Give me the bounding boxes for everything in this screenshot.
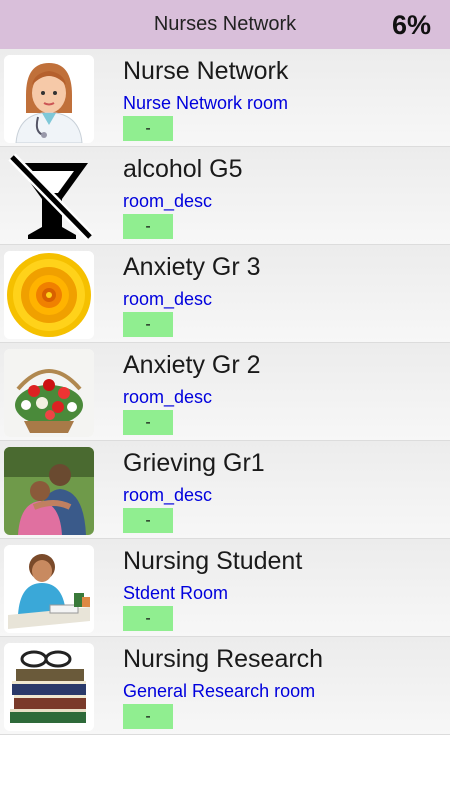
- progress-percent: 6%: [391, 10, 431, 40]
- room-badge: -: [123, 508, 173, 533]
- sunflower-icon: [4, 251, 94, 339]
- room-badge: -: [123, 410, 173, 435]
- student-photo-icon: [4, 545, 94, 633]
- room-description: room_desc: [123, 485, 213, 505]
- room-item[interactable]: Nurse Network Nurse Network room -: [0, 49, 450, 147]
- room-title: Nursing Research: [123, 645, 324, 673]
- room-title: Nurse Network: [123, 57, 289, 85]
- room-description: General Research room: [123, 681, 316, 701]
- app-header: Nurses Network 6%: [0, 0, 450, 49]
- books-icon: [4, 643, 94, 731]
- room-description: room_desc: [123, 289, 213, 309]
- room-description: Stdent Room: [123, 583, 229, 603]
- room-badge: -: [123, 214, 173, 239]
- app-title: Nurses Network: [153, 13, 297, 35]
- room-badge: -: [123, 606, 173, 631]
- room-item[interactable]: Nursing Research General Research room -: [0, 637, 450, 735]
- room-badge: -: [123, 116, 173, 141]
- room-title: Anxiety Gr 2: [123, 351, 261, 379]
- flower-basket-icon: [4, 349, 94, 437]
- room-description: Nurse Network room: [123, 93, 289, 113]
- room-item[interactable]: Anxiety Gr 2 room_desc -: [0, 343, 450, 441]
- no-alcohol-icon: [4, 153, 94, 241]
- room-item[interactable]: alcohol G5 room_desc -: [0, 147, 450, 245]
- room-description: room_desc: [123, 191, 213, 211]
- room-title: Anxiety Gr 3: [123, 253, 261, 281]
- hug-photo-icon: [4, 447, 94, 535]
- nurse-avatar-icon: [4, 55, 94, 143]
- room-badge: -: [123, 704, 173, 729]
- room-item[interactable]: Anxiety Gr 3 room_desc -: [0, 245, 450, 343]
- room-badge: -: [123, 312, 173, 337]
- room-list: Nurse Network Nurse Network room - alcoh…: [0, 49, 450, 735]
- room-item[interactable]: Grieving Gr1 room_desc -: [0, 441, 450, 539]
- room-item[interactable]: Nursing Student Stdent Room -: [0, 539, 450, 637]
- room-title: Grieving Gr1: [123, 449, 265, 477]
- room-title: alcohol G5: [123, 155, 243, 183]
- room-title: Nursing Student: [123, 547, 303, 575]
- room-description: room_desc: [123, 387, 213, 407]
